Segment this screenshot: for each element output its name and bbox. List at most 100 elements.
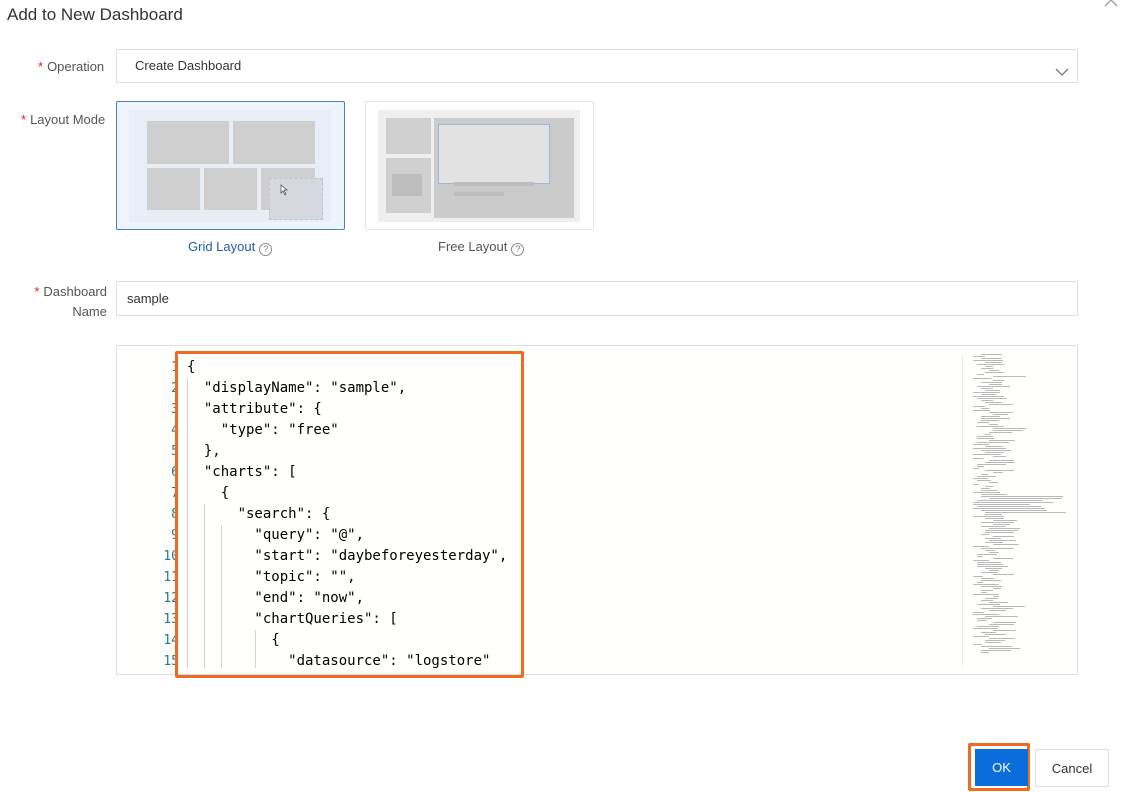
- minimap-line: [993, 520, 1017, 521]
- code-line: {: [187, 485, 230, 501]
- minimap-line: [981, 450, 1011, 451]
- minimap-line: [977, 466, 984, 467]
- code-line: "topic": "",: [187, 569, 356, 585]
- minimap-line: [985, 530, 1018, 531]
- minimap-line: [981, 580, 1001, 581]
- minimap-line: [973, 628, 998, 629]
- minimap-line: [985, 512, 1066, 513]
- minimap-line: [985, 402, 1002, 403]
- grid-layout-preview: [129, 110, 331, 222]
- minimap-line: [993, 588, 1001, 589]
- line-number: 6: [171, 465, 179, 480]
- help-icon[interactable]: ?: [511, 243, 525, 256]
- free-layout-option[interactable]: Free Layout?: [438, 239, 525, 256]
- minimap-line: [973, 644, 982, 645]
- minimap-line: [989, 482, 998, 483]
- minimap-line: [973, 594, 999, 595]
- line-number: 2: [171, 381, 179, 396]
- minimap-line: [981, 490, 998, 491]
- minimap-line: [981, 586, 1002, 587]
- minimap-line: [993, 536, 1014, 537]
- minimap-line: [985, 514, 1002, 515]
- grid-layout-card[interactable]: [116, 101, 345, 230]
- dashboard-name-input[interactable]: [116, 281, 1078, 316]
- minimap-line: [989, 370, 999, 371]
- minimap-line: [977, 582, 983, 583]
- minimap-line: [973, 516, 1004, 517]
- help-icon[interactable]: ?: [259, 243, 273, 256]
- line-number: 15: [163, 654, 179, 669]
- minimap-line: [981, 496, 1063, 497]
- cancel-button[interactable]: Cancel: [1035, 749, 1109, 787]
- minimap-line: [981, 650, 1011, 651]
- minimap-line: [993, 558, 1013, 559]
- minimap-line: [981, 646, 1012, 647]
- minimap-line: [981, 394, 996, 395]
- line-number: 14: [163, 633, 179, 648]
- minimap-line: [989, 404, 1013, 405]
- minimap-line: [981, 608, 1013, 609]
- editor-minimap[interactable]: [962, 354, 1077, 666]
- free-layout-card[interactable]: [365, 101, 594, 230]
- json-editor[interactable]: 1 2 3 4 5 6 7 8 9 10 11 12 13 14 15 { "d…: [116, 345, 1078, 675]
- minimap-line: [981, 534, 989, 535]
- minimap-line: [993, 456, 1006, 457]
- minimap-line: [981, 474, 988, 475]
- minimap-line: [977, 620, 987, 621]
- minimap-line: [981, 632, 996, 633]
- required-mark: *: [38, 59, 44, 74]
- minimap-line: [973, 468, 979, 469]
- required-mark: *: [34, 284, 40, 299]
- minimap-line: [977, 398, 1007, 399]
- ok-button[interactable]: OK: [975, 749, 1028, 786]
- minimap-line: [973, 614, 999, 615]
- minimap-line: [985, 470, 1014, 471]
- minimap-line: [977, 604, 1000, 605]
- minimap-line: [977, 626, 999, 627]
- minimap-line: [973, 378, 991, 379]
- code-line: "attribute": {: [187, 401, 322, 417]
- minimap-line: [973, 444, 989, 445]
- code-line: "query": "@",: [187, 527, 365, 543]
- minimap-line: [989, 424, 998, 425]
- operation-select[interactable]: Create Dashboard: [116, 49, 1078, 83]
- minimap-line: [977, 476, 996, 477]
- layout-mode-label: * Layout Mode: [21, 112, 106, 127]
- minimap-line: [973, 396, 1004, 397]
- minimap-line: [977, 554, 997, 555]
- minimap-line: [973, 504, 1030, 505]
- code-line: "end": "now",: [187, 590, 365, 606]
- minimap-line: [989, 624, 1014, 625]
- close-icon[interactable]: [1103, 0, 1119, 8]
- minimap-line: [993, 430, 1023, 431]
- minimap-line: [977, 436, 993, 437]
- minimap-line: [981, 368, 993, 369]
- line-number: 9: [171, 528, 179, 543]
- minimap-line: [973, 406, 985, 407]
- minimap-line: [985, 452, 1004, 453]
- minimap-line: [977, 374, 984, 375]
- minimap-line: [993, 630, 1016, 631]
- code-line: "charts": [: [187, 464, 297, 480]
- minimap-line: [989, 540, 1016, 541]
- minimap-line: [973, 356, 985, 357]
- minimap-line: [993, 622, 1016, 623]
- minimap-line: [981, 522, 1014, 523]
- minimap-line: [977, 562, 1001, 563]
- minimap-line: [985, 538, 1001, 539]
- minimap-line: [989, 552, 999, 553]
- code-line: "search": {: [187, 506, 331, 522]
- line-number-gutter: 1 2 3 4 5 6 7 8 9 10 11 12 13 14 15: [117, 346, 179, 674]
- minimap-line: [977, 364, 1004, 365]
- minimap-line: [993, 524, 1010, 525]
- code-line: "chartQueries": [: [187, 611, 398, 627]
- minimap-line: [993, 472, 1003, 473]
- grid-layout-option[interactable]: Grid Layout?: [188, 239, 273, 256]
- minimap-line: [993, 380, 1004, 381]
- minimap-line: [977, 464, 1006, 465]
- minimap-line: [989, 638, 1015, 639]
- minimap-line: [989, 528, 1020, 529]
- minimap-line: [973, 546, 989, 547]
- minimap-line: [981, 408, 989, 409]
- minimap-line: [989, 570, 999, 571]
